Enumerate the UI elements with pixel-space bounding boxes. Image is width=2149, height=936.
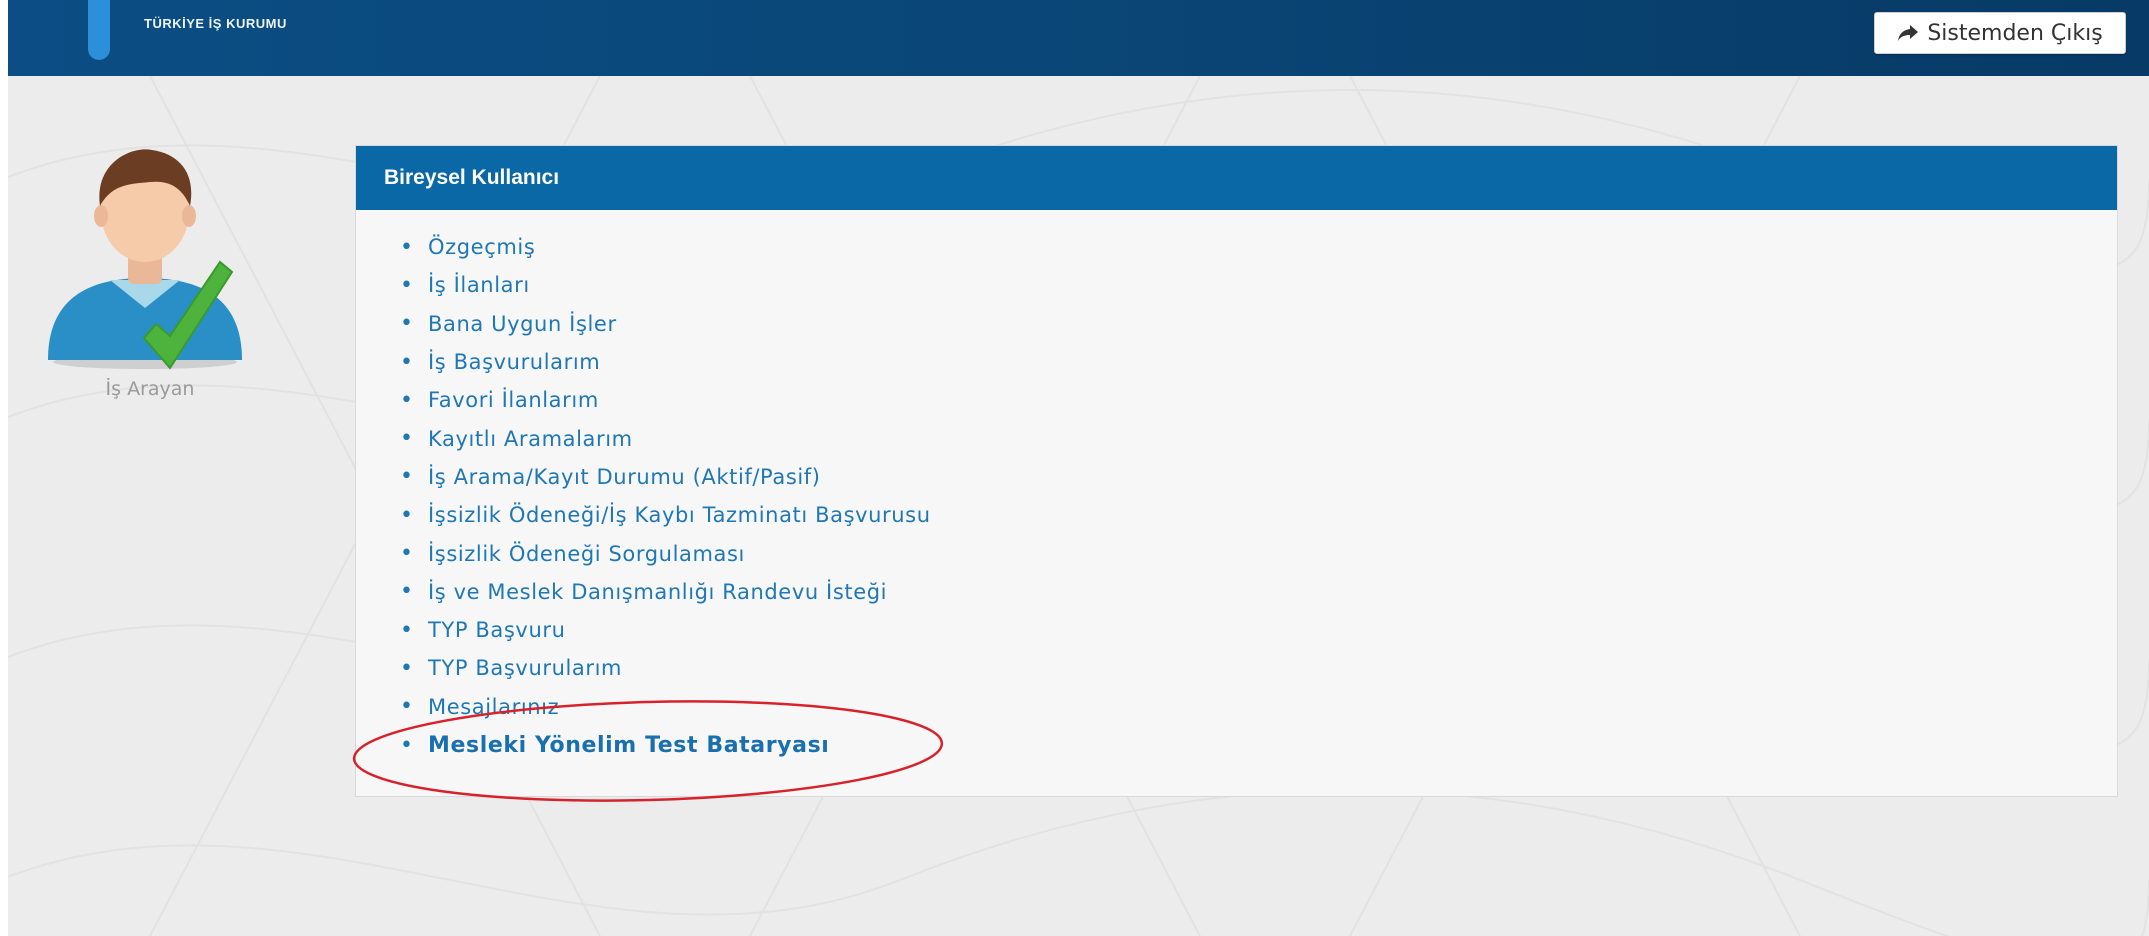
bullet-icon: • (400, 655, 413, 681)
menu-link-is-basvurularim[interactable]: İş Başvurularım (428, 350, 600, 374)
iskur-logo-mark (88, 0, 110, 60)
menu-link-randevu-istegi[interactable]: İş ve Meslek Danışmanlığı Randevu İsteği (428, 580, 887, 604)
menu-link-is-ilanlari[interactable]: İş İlanları (428, 273, 530, 297)
bullet-icon: • (400, 272, 413, 298)
bullet-icon: • (400, 349, 413, 375)
menu-link-typ-basvurularim[interactable]: TYP Başvurularım (428, 656, 622, 680)
bullet-icon: • (400, 426, 413, 452)
menu-item-issizlik-sorgulama: • İşsizlik Ödeneği Sorgulaması (400, 534, 2117, 572)
bullet-icon: • (400, 579, 413, 605)
menu-item-favori-ilanlarim: • Favori İlanlarım (400, 381, 2117, 419)
menu-link-kayit-durumu[interactable]: İş Arama/Kayıt Durumu (Aktif/Pasif) (428, 465, 821, 489)
logout-button[interactable]: Sistemden Çıkış (1874, 12, 2126, 54)
user-role-label: İş Arayan (105, 378, 195, 400)
window-left-edge (0, 0, 8, 936)
menu-link-issizlik-sorgulama[interactable]: İşsizlik Ödeneği Sorgulaması (428, 542, 745, 566)
user-check-avatar-icon (40, 140, 260, 370)
menu-item-randevu-istegi: • İş ve Meslek Danışmanlığı Randevu İsteğ… (400, 573, 2117, 611)
menu-item-kayit-durumu: • İş Arama/Kayıt Durumu (Aktif/Pasif) (400, 458, 2117, 496)
menu-item-bana-uygun-isler: • Bana Uygun İşler (400, 305, 2117, 343)
menu-link-issizlik-basvurusu[interactable]: İşsizlik Ödeneği/İş Kaybı Tazminatı Başv… (428, 503, 931, 527)
menu-item-is-basvurularim: • İş Başvurularım (400, 343, 2117, 381)
menu-link-ozgecmis[interactable]: Özgeçmiş (428, 235, 535, 259)
menu-link-typ-basvuru[interactable]: TYP Başvuru (428, 618, 566, 642)
bullet-icon: • (400, 541, 413, 567)
menu-item-typ-basvurularim: • TYP Başvurularım (400, 649, 2117, 687)
logout-button-label: Sistemden Çıkış (1927, 20, 2103, 46)
bullet-icon: • (400, 234, 413, 260)
bullet-icon: • (400, 311, 413, 337)
user-menu-list: • Özgeçmiş • İş İlanları • Bana Uygun İşler… (356, 210, 2117, 764)
menu-item-issizlik-basvurusu: • İşsizlik Ödeneği/İş Kaybı Tazminatı Baş… (400, 496, 2117, 534)
menu-item-is-ilanlari: • İş İlanları (400, 266, 2117, 304)
bullet-icon: • (400, 387, 413, 413)
red-highlight-ellipse (352, 700, 944, 802)
top-header-bar: TÜRKİYE İŞ KURUMU Sistemden Çıkış (8, 0, 2149, 76)
menu-link-favori-ilanlarim[interactable]: Favori İlanlarım (428, 388, 599, 412)
menu-item-ozgecmis: • Özgeçmiş (400, 228, 2117, 266)
bullet-icon: • (400, 617, 413, 643)
menu-item-typ-basvuru: • TYP Başvuru (400, 611, 2117, 649)
menu-link-bana-uygun-isler[interactable]: Bana Uygun İşler (428, 312, 617, 336)
share-arrow-icon (1898, 25, 1919, 41)
menu-item-kayitli-aramalarim: • Kayıtlı Aramalarım (400, 419, 2117, 457)
menu-link-kayitli-aramalarim[interactable]: Kayıtlı Aramalarım (428, 427, 633, 451)
bullet-icon: • (400, 464, 413, 490)
org-name-logo: TÜRKİYE İŞ KURUMU (144, 16, 287, 31)
bullet-icon: • (400, 502, 413, 528)
panel-title: Bireysel Kullanıcı (356, 146, 2117, 210)
